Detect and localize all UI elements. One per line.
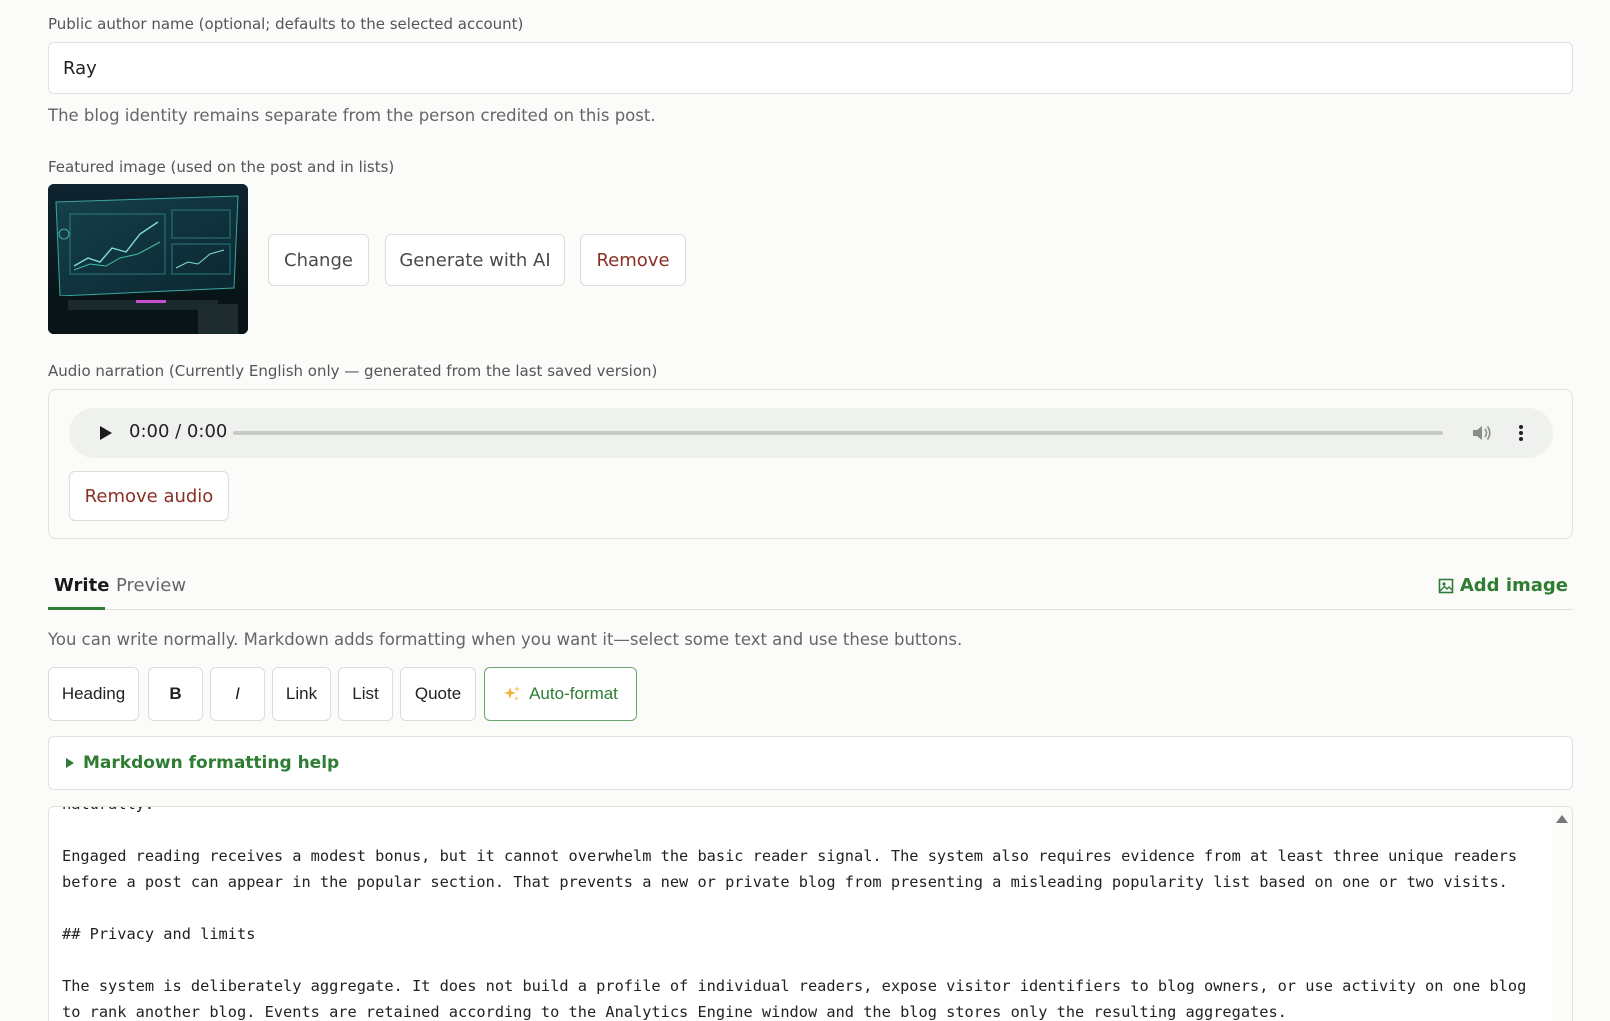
volume-icon[interactable] [1469,421,1495,445]
editor-line: to rank another blog. Events are retaine… [62,1003,1287,1021]
auto-format-label: Auto-format [529,684,618,703]
editor-line: Engaged reading receives a modest bonus,… [62,847,1518,865]
editor-tabs: Write Preview Add image [48,560,1573,610]
change-image-button[interactable]: Change [268,234,369,286]
caret-right-icon [66,758,74,768]
featured-image-label: Featured image (used on the post and in … [48,158,395,176]
play-icon[interactable] [95,422,117,444]
editor-line: The system is deliberately aggregate. It… [62,977,1527,995]
editor-content[interactable]: naturally. Engaged reading receives a mod… [62,807,1542,1021]
active-tab-indicator [48,607,105,610]
add-image-label: Add image [1459,575,1568,596]
more-options-icon[interactable] [1511,421,1531,445]
author-name-label: Public author name (optional; defaults t… [48,15,524,33]
markdown-help-toggle[interactable]: Markdown formatting help [48,736,1573,790]
editor-scrollbar[interactable] [1552,807,1572,1021]
generate-image-ai-button[interactable]: Generate with AI [385,234,565,286]
audio-time: 0:00 / 0:00 [129,421,228,442]
list-button[interactable]: List [338,667,393,721]
author-name-input[interactable] [48,42,1573,94]
audio-narration-label: Audio narration (Currently English only … [48,362,658,380]
editor-line: ## Privacy and limits [62,925,256,943]
editor-line: before a post can appear in the popular … [62,873,1508,891]
audio-player: 0:00 / 0:00 [69,408,1553,458]
heading-button[interactable]: Heading [48,667,139,721]
markdown-help-label: Markdown formatting help [83,753,340,773]
author-name-help: The blog identity remains separate from … [48,106,656,125]
markdown-editor-textarea[interactable]: naturally. Engaged reading receives a mod… [48,806,1573,1021]
scroll-up-arrow-icon[interactable] [1556,815,1568,823]
add-image-button[interactable]: Add image [1438,575,1568,596]
audio-narration-card: 0:00 / 0:00 Remove audio [48,389,1573,539]
italic-button[interactable]: I [210,667,265,721]
quote-button[interactable]: Quote [400,667,476,721]
link-button[interactable]: Link [272,667,331,721]
remove-audio-button[interactable]: Remove audio [69,471,229,521]
editor-help-text: You can write normally. Markdown adds fo… [48,630,963,649]
editor-line: naturally. [62,807,1542,817]
auto-format-button[interactable]: Auto-format [484,667,637,721]
featured-image-thumbnail [48,184,248,334]
sparkles-icon [504,686,521,701]
bold-button[interactable]: B [148,667,203,721]
image-icon [1438,578,1454,593]
remove-image-button[interactable]: Remove [580,234,686,286]
tab-preview[interactable]: Preview [116,575,186,596]
tab-write[interactable]: Write [54,575,109,596]
audio-seek-bar[interactable] [233,431,1443,435]
